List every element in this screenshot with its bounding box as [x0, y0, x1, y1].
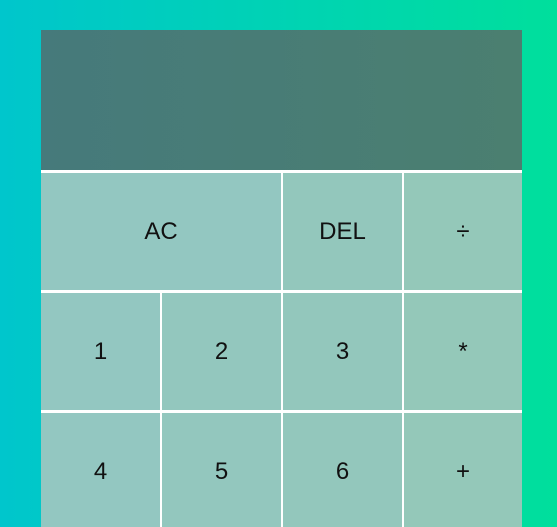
delete-button[interactable]: DEL: [283, 173, 402, 290]
digit-4-button[interactable]: 4: [41, 413, 160, 527]
divide-button[interactable]: ÷: [404, 173, 522, 290]
display-output: [41, 30, 522, 170]
digit-6-button[interactable]: 6: [283, 413, 402, 527]
add-button[interactable]: +: [404, 413, 522, 527]
calculator: AC DEL ÷ 1 2 3 * 4 5 6 +: [41, 30, 522, 527]
all-clear-button[interactable]: AC: [41, 173, 281, 290]
multiply-button[interactable]: *: [404, 293, 522, 410]
digit-5-button[interactable]: 5: [162, 413, 281, 527]
digit-2-button[interactable]: 2: [162, 293, 281, 410]
digit-3-button[interactable]: 3: [283, 293, 402, 410]
digit-1-button[interactable]: 1: [41, 293, 160, 410]
